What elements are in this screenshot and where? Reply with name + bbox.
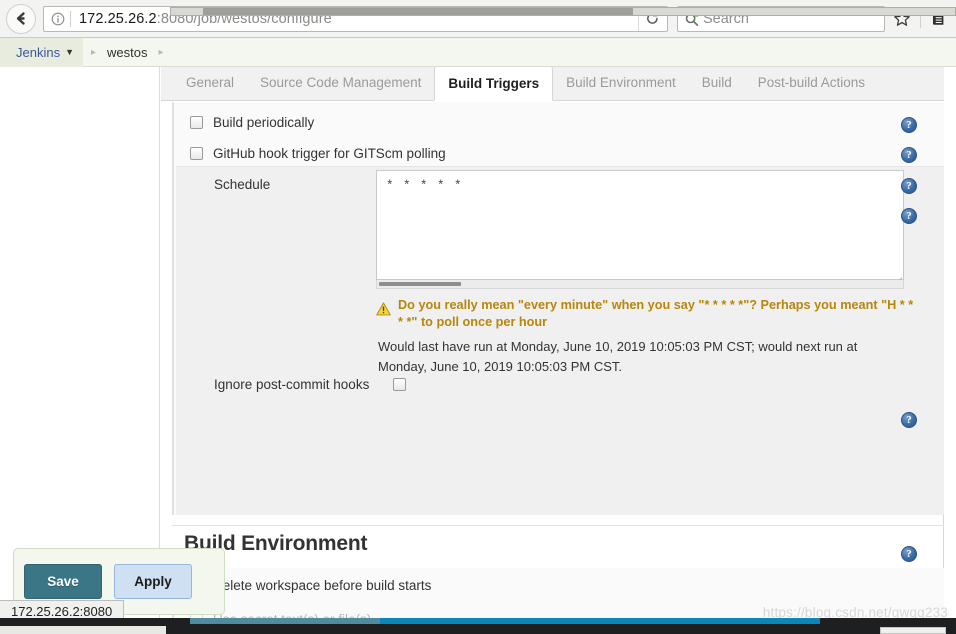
taskbar-accent-right [380,618,820,624]
label-delete-workspace: Delete workspace before build starts [213,578,432,593]
checkbox-ignore-post-commit-hooks[interactable] [393,378,407,391]
label-build-periodically: Build periodically [213,115,315,130]
label-ignore-post-commit-hooks: Ignore post-commit hooks [214,377,370,392]
schedule-run-info: Would last have run at Monday, June 10, … [378,339,858,374]
help-icon-use-secret-text[interactable]: ? [901,546,917,562]
checkbox-row-build-periodically[interactable]: Build periodically [190,115,314,130]
help-icon-ignore-post-commit-hooks[interactable]: ? [901,412,917,428]
page-scrollbar-thumb[interactable] [203,8,633,15]
taskbar-right-box [880,627,946,634]
url-host: 172.25.26.2 [79,10,157,27]
save-button[interactable]: Save [24,564,102,599]
taskbar-accent-left [190,618,380,624]
help-icon-schedule[interactable]: ? [901,208,917,224]
schedule-label: Schedule [214,177,271,192]
tab-post-build-actions[interactable]: Post-build Actions [745,67,878,100]
breadcrumb-item-westos[interactable]: westos [104,45,150,60]
back-arrow-icon[interactable] [6,3,36,34]
tab-build-triggers[interactable]: Build Triggers [434,67,554,101]
breadcrumb-root-label: Jenkins [16,44,61,60]
schedule-field-wrap: * * * * * [376,170,904,289]
poll-scm-detail-panel: Schedule * * * * * Do you really mean "e… [176,166,946,515]
schedule-textarea[interactable]: * * * * * [376,170,904,280]
config-tab-bar: General Source Code Management Build Tri… [161,67,944,101]
checkbox-build-periodically[interactable] [190,116,203,129]
chevron-down-icon[interactable]: ▼ [65,47,74,57]
checkbox-row-github-hook[interactable]: GitHub hook trigger for GITScm polling [190,146,446,161]
warning-triangle-icon [376,302,391,316]
config-form: Build periodically GitHub hook trigger f… [161,102,956,618]
taskbar-left-pane [0,626,166,634]
breadcrumb: Jenkins ▼ ▸ westos ▸ [0,37,956,67]
build-triggers-section: Build periodically GitHub hook trigger f… [172,102,946,515]
breadcrumb-item-jenkins[interactable]: Jenkins ▼ [0,37,83,67]
help-icon-poll-scm[interactable]: ? [901,178,917,194]
tab-general[interactable]: General [173,67,247,100]
warning-message: Do you really mean "every minute" when y… [398,298,914,329]
browser-window: 172.25.26.2:8080/job/westos/configure Se… [0,0,956,634]
browser-toolbar: 172.25.26.2:8080/job/westos/configure Se… [0,0,956,38]
tab-build[interactable]: Build [689,67,745,100]
apply-button[interactable]: Apply [114,564,192,599]
checkbox-row-delete-workspace[interactable]: Delete workspace before build starts [190,578,431,593]
page-area: General Source Code Management Build Tri… [0,67,956,618]
tab-build-environment[interactable]: Build Environment [553,67,689,100]
checkbox-github-hook[interactable] [190,147,203,160]
main-panel: General Source Code Management Build Tri… [161,67,956,618]
section-divider [172,525,944,526]
schedule-warning: Do you really mean "every minute" when y… [376,297,921,377]
breadcrumb-separator-icon: ▸ [91,46,97,58]
url-divider [70,10,71,27]
info-icon[interactable] [50,11,66,27]
help-icon-github-hook[interactable]: ? [901,147,917,163]
checkbox-row-ignore-post-commit-hooks[interactable]: Ignore post-commit hooks [214,377,407,392]
breadcrumb-trailing-icon: ▸ [158,46,164,58]
label-github-hook: GitHub hook trigger for GITScm polling [213,146,446,161]
help-icon-build-periodically[interactable]: ? [901,117,917,133]
schedule-horizontal-scrollbar[interactable] [376,280,904,289]
help-column [944,102,956,618]
scrollbar-thumb[interactable] [379,282,461,286]
tab-source-code-management[interactable]: Source Code Management [247,67,434,100]
sidebar [0,67,160,618]
